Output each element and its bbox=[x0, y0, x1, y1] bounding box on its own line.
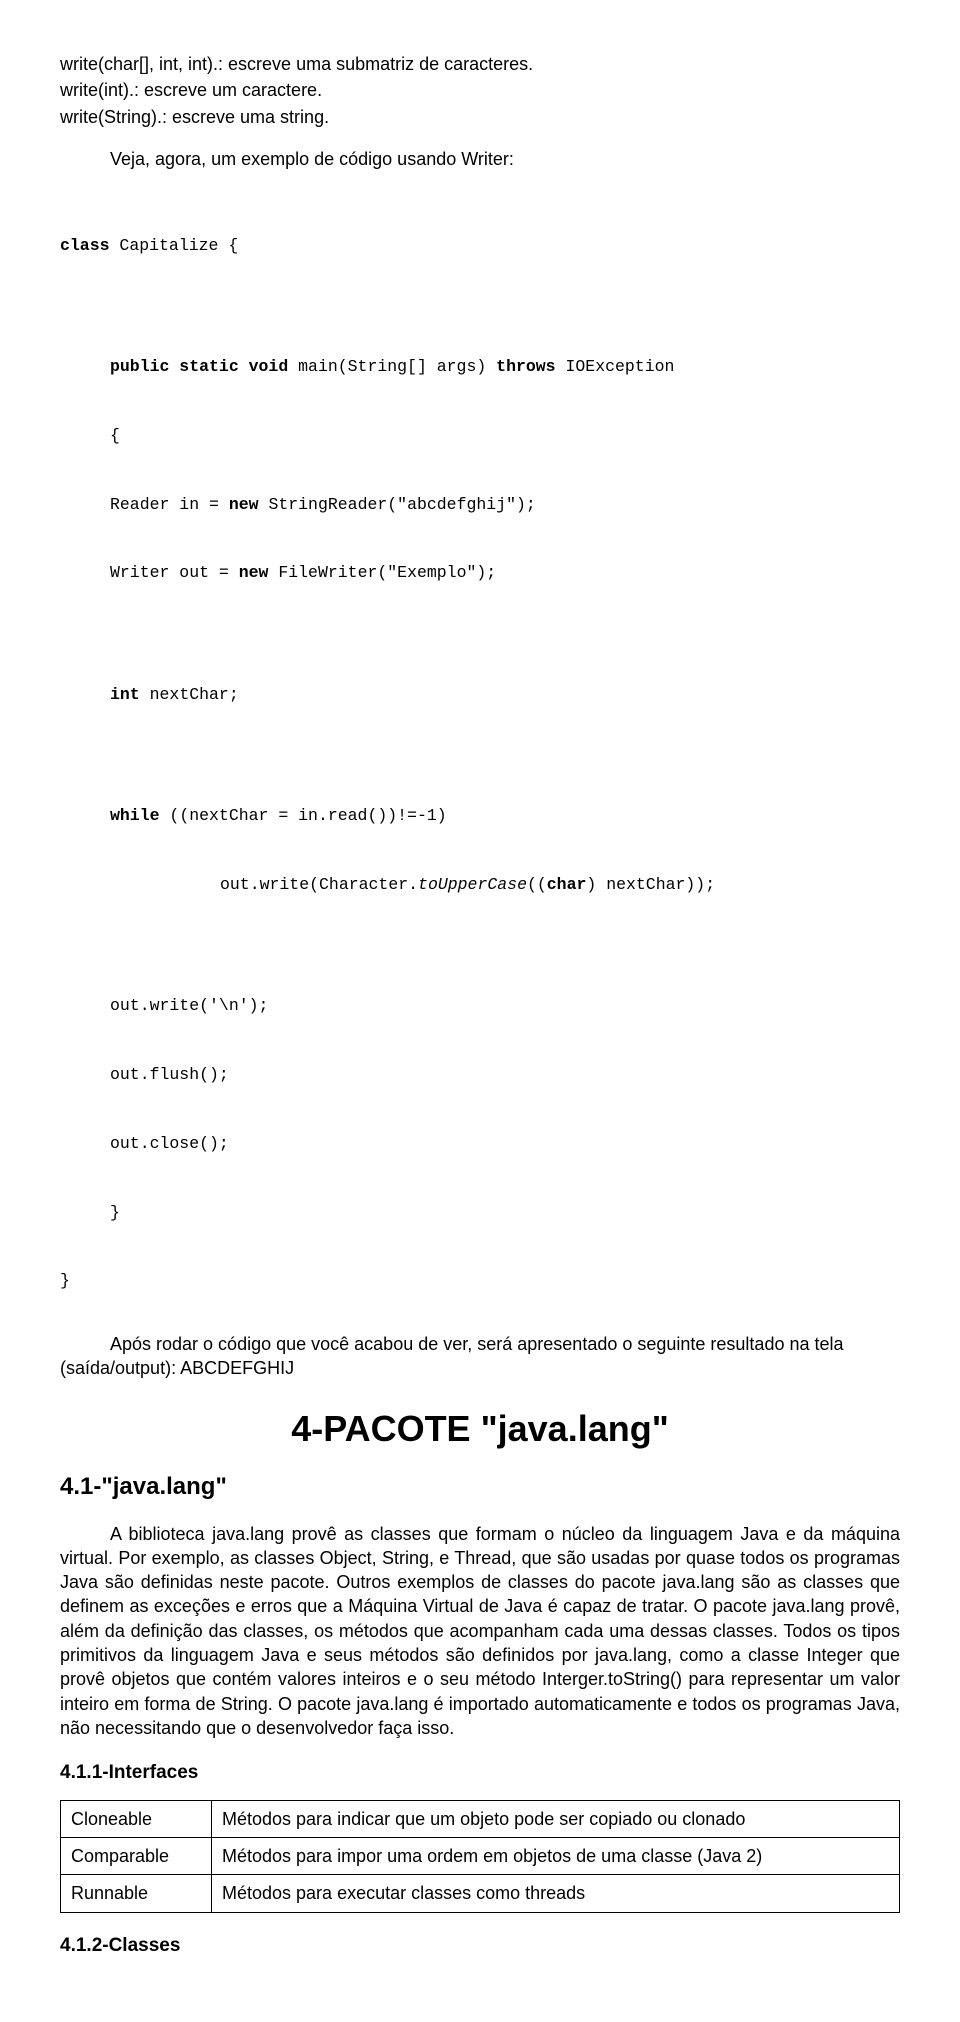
iface-name: Runnable bbox=[61, 1875, 212, 1912]
iface-name: Cloneable bbox=[61, 1800, 212, 1837]
kw-new: new bbox=[229, 495, 259, 514]
code-text: ((nextChar = in.read())!=-1) bbox=[160, 806, 447, 825]
code-text: Capitalize { bbox=[110, 236, 239, 255]
kw-throws: throws bbox=[496, 357, 555, 376]
section-4-1: 4.1-"java.lang" bbox=[60, 1471, 900, 1503]
code-text: StringReader("abcdefghij"); bbox=[259, 495, 536, 514]
iface-desc: Métodos para impor uma ordem em objetos … bbox=[212, 1838, 900, 1875]
code-text: } bbox=[60, 1270, 900, 1292]
table-row: Runnable Métodos para executar classes c… bbox=[61, 1875, 900, 1912]
code-text: IOException bbox=[556, 357, 675, 376]
intro-line-1: write(char[], int, int).: escreve uma su… bbox=[60, 52, 900, 76]
code-text: main(String[] args) bbox=[288, 357, 496, 376]
code-text: out.close(); bbox=[60, 1133, 900, 1155]
code-text: ) nextChar)); bbox=[586, 875, 715, 894]
code-text: FileWriter("Exemplo"); bbox=[268, 563, 496, 582]
iface-name: Comparable bbox=[61, 1838, 212, 1875]
table-row: Cloneable Métodos para indicar que um ob… bbox=[61, 1800, 900, 1837]
code-text: out.write(Character. bbox=[220, 875, 418, 894]
kw-new: new bbox=[239, 563, 269, 582]
intro-line-3: write(String).: escreve uma string. bbox=[60, 105, 900, 129]
code-text: Reader in = bbox=[110, 495, 229, 514]
code-text: } bbox=[60, 1202, 900, 1224]
section-4-1-paragraph: A biblioteca java.lang provê as classes … bbox=[60, 1522, 900, 1741]
iface-desc: Métodos para executar classes como threa… bbox=[212, 1875, 900, 1912]
after-code-paragraph: Após rodar o código que você acabou de v… bbox=[60, 1332, 900, 1381]
code-block: class Capitalize { public static void ma… bbox=[60, 189, 900, 1316]
kw-char: char bbox=[547, 875, 587, 894]
lead-text: Veja, agora, um exemplo de código usando… bbox=[110, 147, 900, 171]
table-row: Comparable Métodos para impor uma ordem … bbox=[61, 1838, 900, 1875]
kw-class: class bbox=[60, 236, 110, 255]
code-text: { bbox=[60, 425, 900, 447]
code-text: (( bbox=[527, 875, 547, 894]
subsection-4-1-2: 4.1.2-Classes bbox=[60, 1933, 900, 1959]
subsection-4-1-1: 4.1.1-Interfaces bbox=[60, 1760, 900, 1786]
interfaces-table: Cloneable Métodos para indicar que um ob… bbox=[60, 1800, 900, 1913]
code-text: out.flush(); bbox=[60, 1064, 900, 1086]
iface-desc: Métodos para indicar que um objeto pode … bbox=[212, 1800, 900, 1837]
kw-while: while bbox=[110, 806, 160, 825]
kw-int: int bbox=[110, 685, 140, 704]
code-italic: toUpperCase bbox=[418, 875, 527, 894]
code-text: out.write('\n'); bbox=[60, 995, 900, 1017]
kw-public-static-void: public static void bbox=[110, 357, 288, 376]
code-text: Writer out = bbox=[110, 563, 239, 582]
code-text: nextChar; bbox=[140, 685, 239, 704]
intro-line-2: write(int).: escreve um caractere. bbox=[60, 78, 900, 102]
intro-block: write(char[], int, int).: escreve uma su… bbox=[60, 52, 900, 129]
